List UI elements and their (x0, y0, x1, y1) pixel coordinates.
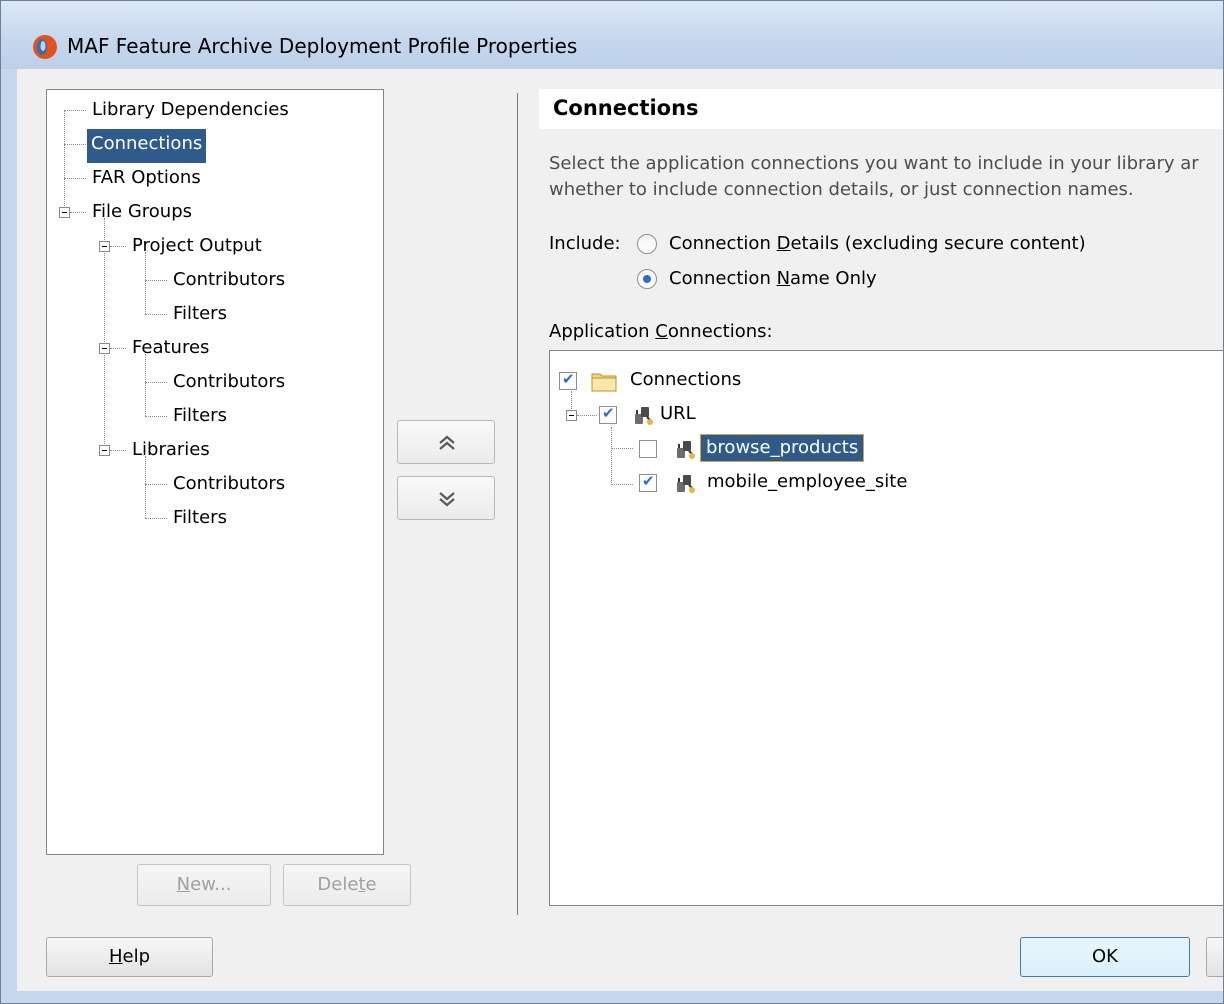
tree-item-features-filters[interactable]: Filters (173, 404, 227, 428)
collapse-icon[interactable] (99, 445, 110, 456)
mobile-employee-site-label[interactable]: mobile_employee_site (707, 471, 907, 492)
tree-connector (104, 218, 105, 448)
tree-connector (145, 456, 146, 518)
new-button-mnemonic: N (176, 874, 191, 895)
label-post: onnections: (667, 321, 773, 342)
title-bar[interactable]: MAF Feature Archive Deployment Profile P… (1, 1, 1223, 69)
tree-connector (64, 144, 86, 145)
tree-connector (611, 427, 612, 485)
tree-item-libraries-contributors[interactable]: Contributors (173, 472, 285, 496)
include-label: Include: (549, 233, 621, 254)
move-down-button[interactable] (397, 476, 495, 520)
collapse-icon[interactable] (99, 241, 110, 252)
tree-connector (70, 212, 86, 213)
tree-connector (64, 178, 86, 179)
section-header: Connections (539, 89, 1223, 129)
cancel-button-partial[interactable] (1206, 937, 1223, 977)
panel-splitter[interactable] (517, 93, 518, 915)
connections-root-checkbox[interactable] (559, 370, 577, 390)
description-line-1: Select the application connections you w… (549, 153, 1199, 174)
connection-name-only-label[interactable]: Connection Name Only (669, 268, 877, 289)
navigation-tree[interactable]: Library Dependencies Connections FAR Opt… (46, 89, 384, 855)
connection-details-radio[interactable] (637, 234, 657, 254)
dialog-window: MAF Feature Archive Deployment Profile P… (0, 0, 1224, 1004)
move-up-button[interactable] (397, 420, 495, 464)
radio-label-mnemonic: D (776, 233, 791, 254)
tree-connector (145, 354, 146, 416)
double-chevron-up-icon (439, 435, 455, 450)
connection-name-only-radio[interactable] (637, 269, 657, 289)
section-title: Connections (553, 96, 699, 120)
delete-button-label: Dele (317, 874, 359, 895)
delete-button[interactable]: Delete (283, 864, 411, 906)
connection-plug-icon (635, 407, 653, 425)
window-frame-bottom (1, 991, 1223, 1003)
new-button-label: ew... (190, 874, 232, 895)
tree-connector (145, 382, 167, 383)
description-line-2: whether to include connection details, o… (549, 179, 1134, 200)
tree-item-project-output-filters[interactable]: Filters (173, 302, 227, 326)
connections-root-label[interactable]: Connections (630, 369, 741, 390)
application-connections-label: Application Connections: (549, 321, 773, 342)
browse-products-checkbox[interactable] (639, 440, 657, 458)
tree-connector (145, 252, 146, 314)
tree-connector (110, 246, 126, 247)
url-group-label[interactable]: URL (660, 403, 696, 424)
double-chevron-down-icon (439, 492, 455, 507)
tree-item-far-options[interactable]: FAR Options (92, 166, 201, 190)
tree-connector (145, 416, 167, 417)
tree-item-features[interactable]: Features (132, 336, 209, 360)
tree-connector (64, 110, 86, 111)
window-title: MAF Feature Archive Deployment Profile P… (67, 34, 578, 58)
connections-tree[interactable]: Connections URL browse_products mobile_e… (549, 350, 1223, 906)
tree-connector (611, 484, 633, 485)
delete-button-mnemonic: t (358, 874, 366, 895)
new-button[interactable]: New... (137, 864, 271, 906)
window-frame-left (1, 69, 17, 1003)
radio-label-pre: Connection (669, 233, 777, 254)
tree-connector (64, 110, 65, 212)
collapse-icon[interactable] (59, 207, 70, 218)
radio-label-pre: Connection (669, 268, 777, 289)
tree-item-libraries-filters[interactable]: Filters (173, 506, 227, 530)
tree-connector (145, 484, 167, 485)
tree-connector (577, 415, 597, 416)
oracle-logo-icon (33, 35, 57, 59)
delete-button-label-post: e (365, 874, 377, 895)
tree-item-project-output-contributors[interactable]: Contributors (173, 268, 285, 292)
tree-item-libraries[interactable]: Libraries (132, 438, 210, 462)
section-description: Select the application connections you w… (549, 151, 1199, 203)
radio-label-post: etails (excluding secure content) (790, 233, 1086, 254)
radio-label-post: ame Only (790, 268, 877, 289)
folder-icon (591, 373, 617, 392)
help-button-label: elp (122, 946, 151, 967)
tree-connector (110, 450, 126, 451)
help-button-mnemonic: H (108, 946, 123, 967)
label-pre: Application (549, 321, 656, 342)
browse-products-label[interactable]: browse_products (700, 434, 865, 462)
radio-label-mnemonic: N (776, 268, 791, 289)
connection-plug-icon (677, 441, 695, 459)
tree-item-library-dependencies[interactable]: Library Dependencies (92, 98, 289, 122)
help-button[interactable]: Help (46, 937, 213, 977)
url-group-checkbox[interactable] (599, 404, 617, 424)
label-mnemonic: C (655, 321, 668, 342)
ok-button[interactable]: OK (1020, 937, 1190, 977)
tree-item-file-groups[interactable]: File Groups (92, 200, 192, 224)
connection-details-label[interactable]: Connection Details (excluding secure con… (669, 233, 1086, 254)
tree-item-connections[interactable]: Connections (87, 129, 207, 163)
connection-plug-icon (677, 475, 695, 493)
tree-connector (145, 280, 167, 281)
mobile-employee-site-checkbox[interactable] (639, 472, 657, 492)
tree-item-project-output[interactable]: Project Output (132, 234, 262, 258)
tree-item-features-contributors[interactable]: Contributors (173, 370, 285, 394)
tree-connector (611, 448, 633, 449)
tree-connector (145, 314, 167, 315)
collapse-icon[interactable] (99, 343, 110, 354)
collapse-icon[interactable] (566, 410, 577, 421)
tree-connector (145, 518, 167, 519)
tree-connector (110, 348, 126, 349)
